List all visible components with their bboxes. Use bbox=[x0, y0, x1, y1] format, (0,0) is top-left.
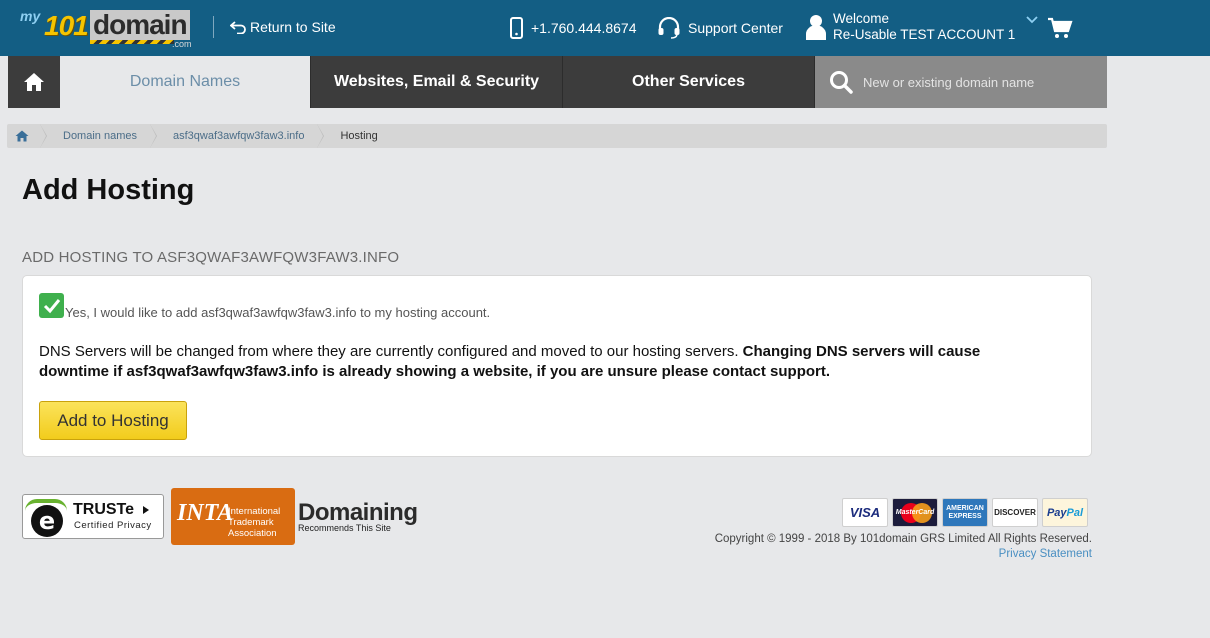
home-icon bbox=[15, 130, 29, 142]
breadcrumb-home[interactable] bbox=[7, 124, 47, 148]
account-menu[interactable]: Welcome Re-Usable TEST ACCOUNT 1 bbox=[806, 11, 1038, 43]
phone-number: +1.760.444.8674 bbox=[510, 17, 637, 39]
domain-search-input[interactable] bbox=[863, 74, 1093, 90]
section-heading: ADD HOSTING TO ASF3QWAF3AWFQW3FAW3.INFO bbox=[22, 249, 400, 266]
amex-line-2: EXPRESS bbox=[948, 512, 982, 520]
tab-websites-email-security[interactable]: Websites, Email & Security bbox=[311, 56, 563, 108]
domaining-badge[interactable]: Domaining Recommends This Site bbox=[298, 500, 418, 534]
payment-methods: VISA MasterCard AMERICAN EXPRESS DISCOVER… bbox=[842, 498, 1088, 527]
cart-icon[interactable] bbox=[1047, 17, 1073, 39]
search-icon[interactable] bbox=[829, 70, 853, 94]
welcome-label: Welcome bbox=[833, 11, 890, 26]
support-center-link[interactable]: Support Center bbox=[657, 17, 783, 39]
home-icon bbox=[24, 73, 44, 91]
mastercard-label: MasterCard bbox=[895, 509, 935, 516]
return-to-site-link[interactable]: Return to Site bbox=[230, 19, 336, 35]
privacy-statement-link[interactable]: Privacy Statement bbox=[999, 548, 1092, 560]
truste-title: TRUSTe bbox=[73, 501, 135, 518]
header-divider bbox=[213, 16, 214, 38]
mastercard-icon: MasterCard bbox=[892, 498, 938, 527]
truste-e-icon: e bbox=[31, 505, 63, 537]
chevron-down-icon bbox=[1026, 16, 1038, 24]
account-name: Re-Usable TEST ACCOUNT 1 bbox=[833, 27, 1016, 42]
logo-tld: .com bbox=[172, 39, 192, 49]
add-hosting-checkbox[interactable] bbox=[39, 293, 64, 318]
phone-label: +1.760.444.8674 bbox=[531, 20, 637, 36]
dns-info-text: DNS Servers will be changed from where t… bbox=[39, 343, 739, 360]
truste-badge[interactable]: e TRUSTe Certified Privacy bbox=[22, 494, 164, 539]
inta-line-1: International bbox=[228, 506, 281, 517]
add-hosting-checkbox-row: Yes, I would like to add asf3qwaf3awfqw3… bbox=[39, 293, 491, 320]
add-hosting-panel: Yes, I would like to add asf3qwaf3awfqw3… bbox=[22, 275, 1092, 457]
undo-icon bbox=[230, 21, 246, 34]
tab-domain-names[interactable]: Domain Names bbox=[60, 56, 311, 108]
checkmark-icon bbox=[43, 298, 60, 313]
top-bar: my 101 domain .com Return to Site +1.760… bbox=[0, 0, 1210, 56]
paypal-icon: Pay Pal bbox=[1042, 498, 1088, 527]
logo-my: my bbox=[20, 8, 41, 24]
headset-icon bbox=[658, 17, 680, 39]
logo-stripe bbox=[90, 40, 174, 44]
breadcrumb-item: asf3qwaf3awfqw3faw3.info bbox=[151, 124, 325, 148]
inta-logo-text: INTA bbox=[177, 500, 234, 526]
checkbox-label: Yes, I would like to add asf3qwaf3awfqw3… bbox=[65, 305, 491, 320]
logo-word: domain bbox=[90, 10, 190, 40]
discover-icon: DISCOVER bbox=[992, 498, 1038, 527]
paypal-pal: Pal bbox=[1066, 506, 1084, 519]
return-label: Return to Site bbox=[250, 19, 336, 35]
domain-search bbox=[815, 56, 1107, 108]
inta-line-2: Trademark bbox=[228, 517, 274, 528]
breadcrumb-item: Domain names bbox=[41, 124, 157, 148]
nav-home-button[interactable] bbox=[8, 56, 60, 108]
inta-name: International Trademark Association bbox=[228, 506, 280, 539]
add-to-hosting-button[interactable]: Add to Hosting bbox=[39, 401, 187, 440]
truste-subtitle: Certified Privacy bbox=[74, 520, 152, 531]
logo-number: 101 bbox=[44, 10, 89, 41]
site-logo[interactable]: my 101 domain .com bbox=[20, 8, 196, 49]
truste-arrow-icon bbox=[143, 506, 149, 514]
paypal-pay: Pay bbox=[1046, 506, 1067, 519]
amex-icon: AMERICAN EXPRESS bbox=[942, 498, 988, 527]
visa-card-icon: VISA bbox=[842, 498, 888, 527]
inta-badge[interactable]: INTA International Trademark Association bbox=[171, 488, 295, 545]
inta-line-3: Association bbox=[228, 528, 277, 539]
breadcrumb-domain[interactable]: asf3qwaf3awfqw3faw3.info bbox=[173, 130, 304, 142]
breadcrumb-current: Hosting bbox=[340, 130, 378, 142]
breadcrumb-item: Hosting bbox=[318, 124, 391, 148]
tab-other-services[interactable]: Other Services bbox=[563, 56, 815, 108]
dns-notice: DNS Servers will be changed from where t… bbox=[39, 342, 1039, 382]
support-label: Support Center bbox=[688, 20, 783, 36]
breadcrumb: Domain names asf3qwaf3awfqw3faw3.info Ho… bbox=[7, 124, 1107, 148]
copyright-text: Copyright © 1999 - 2018 By 101domain GRS… bbox=[714, 533, 1092, 545]
user-icon bbox=[806, 15, 826, 40]
breadcrumb-domain-names[interactable]: Domain names bbox=[63, 130, 137, 142]
page-title: Add Hosting bbox=[22, 174, 195, 206]
phone-icon bbox=[510, 17, 523, 39]
amex-line-1: AMERICAN bbox=[946, 504, 984, 512]
main-nav: Domain Names Websites, Email & Security … bbox=[8, 56, 1107, 108]
